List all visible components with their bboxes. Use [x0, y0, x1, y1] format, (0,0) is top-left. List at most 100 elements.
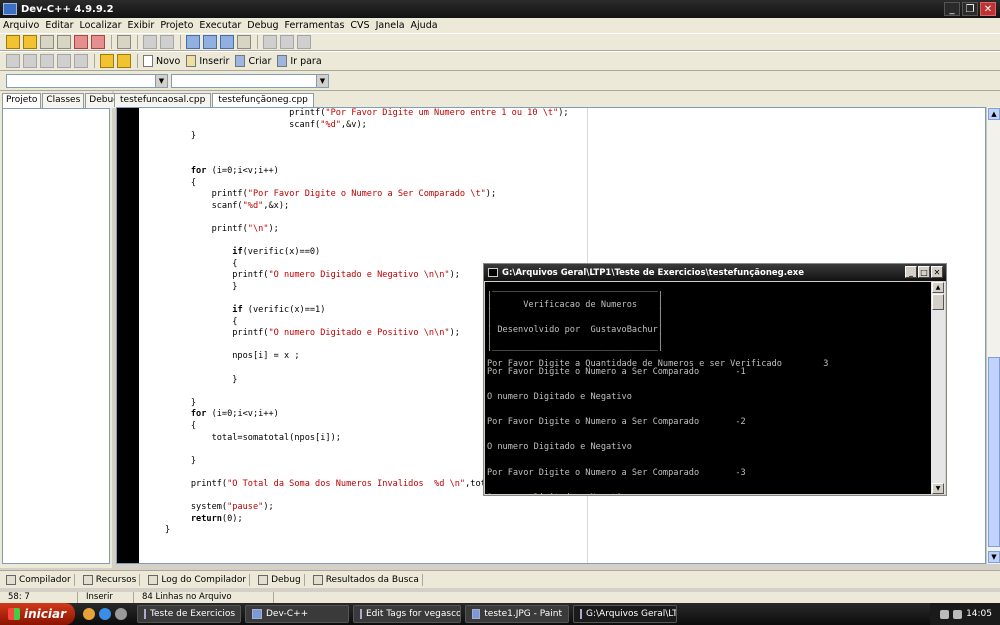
project-tree[interactable]	[2, 108, 110, 564]
redo-icon[interactable]	[160, 35, 174, 49]
tab-resultados-busca[interactable]: Resultados da Busca	[310, 573, 423, 586]
toolbar-separator	[137, 35, 138, 49]
save-all-icon[interactable]	[57, 35, 71, 49]
editor-vertical-scrollbar[interactable]: ▲ ▼	[986, 107, 1000, 564]
goto-line-icon[interactable]	[237, 35, 251, 49]
task-label: teste1.JPG - Paint	[484, 609, 562, 619]
menu-ajuda[interactable]: Ajuda	[411, 20, 438, 31]
window-title: Dev-C++ 4.9.9.2	[21, 3, 114, 15]
toolbar-separator	[257, 35, 258, 49]
task-console[interactable]: G:\Arquivos Geral\LT...	[573, 605, 677, 623]
code-line: printf("\n");	[165, 223, 279, 234]
task-paint[interactable]: teste1.JPG - Paint	[465, 605, 569, 623]
window-controls: _ ❐ ✕	[944, 2, 996, 16]
member-combo[interactable]: ▼	[171, 74, 329, 88]
scroll-down-icon[interactable]: ▼	[988, 551, 1000, 563]
undo-icon[interactable]	[143, 35, 157, 49]
compile-run-icon[interactable]	[40, 54, 54, 68]
tab-recursos[interactable]: Recursos	[80, 573, 141, 586]
project-options-icon[interactable]	[297, 35, 311, 49]
run-icon[interactable]	[23, 54, 37, 68]
ir-para-button[interactable]: Ir para	[277, 55, 322, 67]
title-bar: Dev-C++ 4.9.9.2 _ ❐ ✕	[0, 0, 1000, 18]
resources-icon	[82, 574, 93, 585]
volume-icon[interactable]	[953, 609, 963, 619]
save-icon[interactable]	[40, 35, 54, 49]
menu-debug[interactable]: Debug	[247, 20, 278, 31]
scroll-up-icon[interactable]: ▲	[932, 282, 944, 293]
about-icon[interactable]	[117, 54, 131, 68]
console-scrollbar[interactable]: ▲ ▼	[931, 282, 945, 494]
scroll-down-icon[interactable]: ▼	[932, 483, 944, 494]
tab-testefuncaoneg[interactable]: testefunçãoneg.cpp	[212, 93, 314, 107]
tab-debug-output[interactable]: Debug	[255, 573, 305, 586]
tab-projeto[interactable]: Projeto	[2, 93, 42, 108]
menu-editar[interactable]: Editar	[45, 20, 73, 31]
show-desktop-icon[interactable]	[115, 608, 127, 620]
console-window[interactable]: G:\Arquivos Geral\LTP1\Teste de Exercici…	[483, 263, 947, 496]
find-icon[interactable]	[186, 35, 200, 49]
line-count: 84 Linhas no Arquivo	[134, 592, 274, 603]
compile-icon[interactable]	[6, 54, 20, 68]
menu-janela[interactable]: Janela	[376, 20, 405, 31]
check-icon[interactable]	[74, 54, 88, 68]
tab-compilador[interactable]: Compilador	[3, 573, 75, 586]
rebuild-icon[interactable]	[57, 54, 71, 68]
maximize-icon[interactable]: □	[918, 266, 930, 278]
chevron-down-icon[interactable]: ▼	[316, 75, 328, 87]
task-teste-exercicios[interactable]: Teste de Exercicios	[137, 605, 241, 623]
menu-arquivo[interactable]: Arquivo	[3, 20, 39, 31]
minimize-icon[interactable]: _	[944, 2, 960, 16]
firefox-icon[interactable]	[83, 608, 95, 620]
task-devcpp[interactable]: Dev-C++	[245, 605, 349, 623]
console-title-bar[interactable]: G:\Arquivos Geral\LTP1\Teste de Exercici…	[484, 264, 946, 281]
close-icon[interactable]: ✕	[980, 2, 996, 16]
console-scrollbar-thumb[interactable]	[932, 294, 944, 310]
menu-projeto[interactable]: Projeto	[160, 20, 193, 31]
tab-log-compilador[interactable]: Log do Compilador	[145, 573, 251, 586]
find-next-icon[interactable]	[220, 35, 234, 49]
start-button[interactable]: iniciar	[0, 603, 75, 625]
open-project-icon[interactable]	[23, 35, 37, 49]
task-edit-tags[interactable]: Edit Tags for vegasco...	[353, 605, 461, 623]
menu-executar[interactable]: Executar	[199, 20, 241, 31]
criar-button[interactable]: Criar	[235, 55, 271, 67]
compiler-icon	[6, 574, 16, 585]
remove-from-project-icon[interactable]	[280, 35, 294, 49]
new-project-icon[interactable]	[6, 35, 20, 49]
close-file-icon[interactable]	[74, 35, 88, 49]
start-label: iniciar	[24, 607, 67, 621]
tab-testefuncaosal[interactable]: testefuncaosal.cpp	[114, 93, 212, 107]
tray-icon[interactable]	[940, 609, 950, 619]
tab-classes[interactable]: Classes	[42, 93, 85, 108]
browser-icon	[360, 609, 362, 619]
minimize-icon[interactable]: _	[905, 266, 917, 278]
class-combo[interactable]: ▼	[6, 74, 168, 88]
chevron-down-icon[interactable]: ▼	[155, 75, 167, 87]
menu-localizar[interactable]: Localizar	[80, 20, 122, 31]
ie-icon[interactable]	[99, 608, 111, 620]
inserir-button[interactable]: Inserir	[186, 55, 229, 67]
help-icon[interactable]	[100, 54, 114, 68]
close-all-icon[interactable]	[91, 35, 105, 49]
menu-cvs[interactable]: CVS	[350, 20, 369, 31]
devcpp-app-icon	[3, 3, 17, 15]
replace-icon[interactable]	[203, 35, 217, 49]
print-icon[interactable]	[117, 35, 131, 49]
task-label: Dev-C++	[266, 609, 309, 619]
menu-exibir[interactable]: Exibir	[127, 20, 154, 31]
restore-icon[interactable]: ❐	[962, 2, 978, 16]
add-to-project-icon[interactable]	[263, 35, 277, 49]
novo-button[interactable]: Novo	[143, 55, 180, 67]
scroll-up-icon[interactable]: ▲	[988, 108, 1000, 120]
console-line: O numero Digitado e Negativo	[487, 392, 632, 403]
menu-ferramentas[interactable]: Ferramentas	[285, 20, 345, 31]
code-line: }	[165, 131, 197, 142]
scrollbar-thumb[interactable]	[988, 357, 1000, 547]
close-icon[interactable]: ✕	[931, 266, 943, 278]
